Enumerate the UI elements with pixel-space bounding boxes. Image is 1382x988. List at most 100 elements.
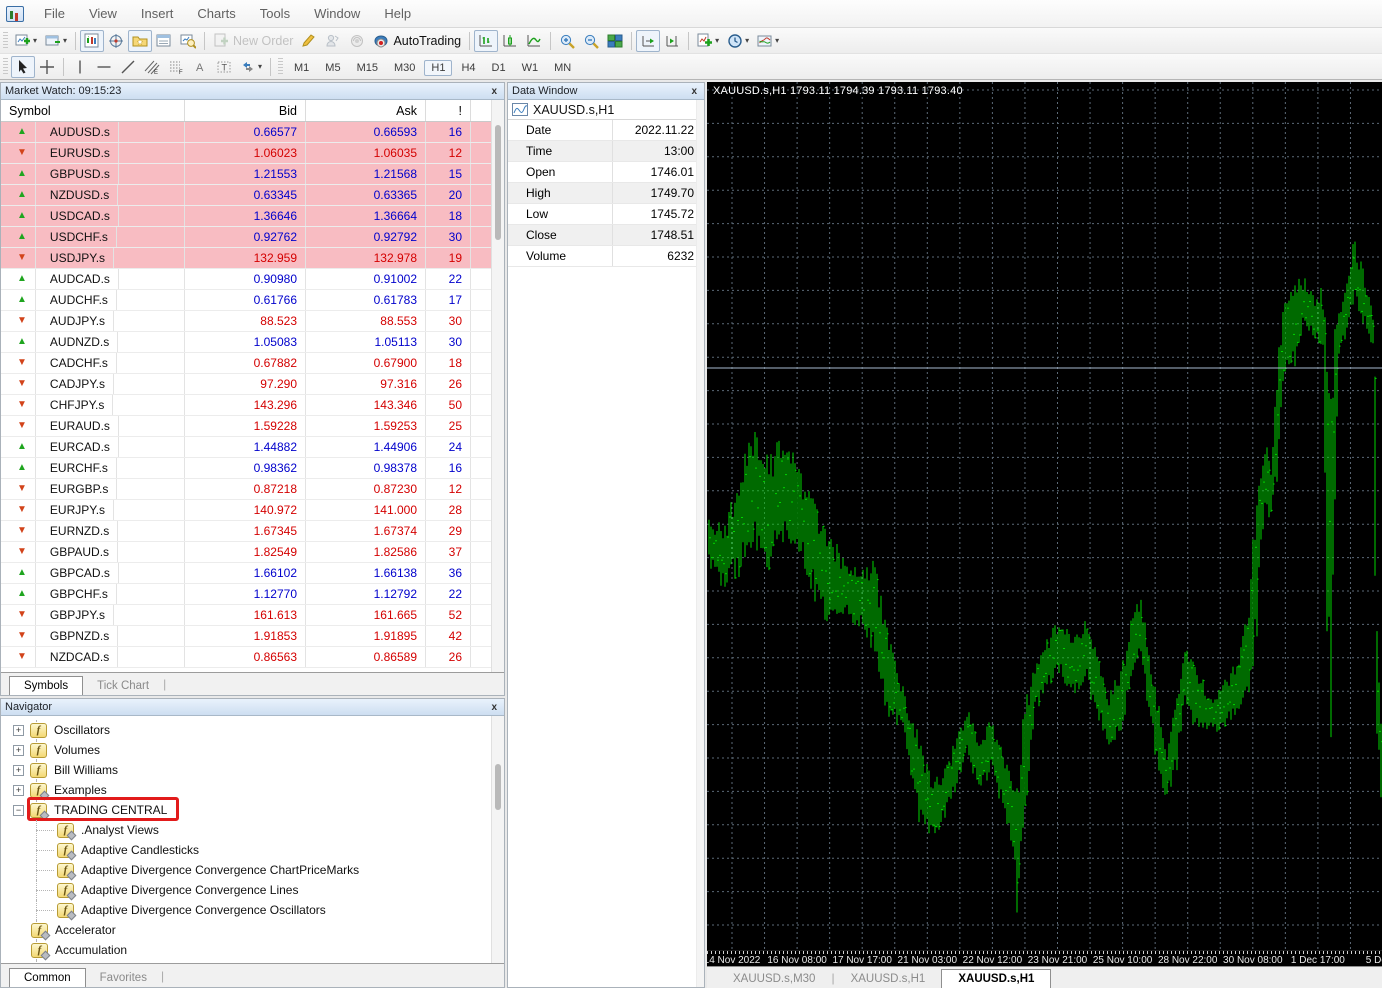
equidistant-channel-tool-button[interactable]: E [140, 56, 164, 78]
experts-button[interactable] [321, 30, 345, 52]
timeframe-h4-button[interactable]: H4 [454, 60, 482, 76]
tab-tick-chart[interactable]: Tick Chart [83, 677, 163, 695]
templates-caret-icon[interactable]: ▾ [775, 36, 779, 45]
table-row[interactable]: ▲USDCHF.s0.927620.9279230 [1, 227, 504, 248]
navigator-scrollbar[interactable] [491, 716, 504, 963]
menu-window[interactable]: Window [302, 2, 372, 25]
new-order-button[interactable]: New Order [209, 30, 297, 52]
profiles-caret-icon[interactable]: ▾ [63, 36, 67, 45]
timeframe-h1-button[interactable]: H1 [424, 60, 452, 76]
timeframe-d1-button[interactable]: D1 [485, 60, 513, 76]
table-row[interactable]: ▲USDCAD.s1.366461.3666418 [1, 206, 504, 227]
chart-tab-1[interactable]: XAUUSD.s,M30 [717, 970, 831, 988]
table-row[interactable]: ▼GBPNZD.s1.918531.9189542 [1, 626, 504, 647]
signals-button[interactable] [345, 30, 369, 52]
arrows-caret-icon[interactable]: ▾ [258, 62, 262, 71]
timeframe-m5-button[interactable]: M5 [318, 60, 347, 76]
indicators-caret-icon[interactable]: ▾ [715, 36, 719, 45]
close-icon[interactable]: x [488, 86, 500, 97]
menu-file[interactable]: File [32, 2, 77, 25]
table-row[interactable]: ▲NZDUSD.s0.633450.6336520 [1, 185, 504, 206]
column-ask[interactable]: Ask [306, 100, 426, 121]
table-row[interactable]: ▲AUDNZD.s1.050831.0511330 [1, 332, 504, 353]
scrollbar-thumb[interactable] [495, 764, 501, 810]
profiles-button[interactable]: ▾ [41, 30, 71, 52]
timeframe-m30-button[interactable]: M30 [387, 60, 422, 76]
navigator-item-oscillators[interactable]: +fOscillators [1, 720, 490, 740]
auto-scroll-button[interactable] [636, 30, 660, 52]
data-window-scrollbar[interactable] [696, 100, 704, 987]
trendline-tool-button[interactable] [116, 56, 140, 78]
tab-symbols[interactable]: Symbols [9, 676, 83, 695]
timeframe-m1-button[interactable]: M1 [287, 60, 316, 76]
navigator-item-analyst-views[interactable]: f.Analyst Views [1, 820, 490, 840]
line-chart-button[interactable] [522, 30, 546, 52]
market-watch-toggle-button[interactable] [80, 30, 104, 52]
cursor-tool-button[interactable] [11, 56, 35, 78]
table-row[interactable]: ▲GBPUSD.s1.215531.2156815 [1, 164, 504, 185]
tile-windows-button[interactable] [603, 30, 627, 52]
navigator-item-bill-williams[interactable]: +fBill Williams [1, 760, 490, 780]
menu-help[interactable]: Help [372, 2, 423, 25]
vertical-line-tool-button[interactable] [68, 56, 92, 78]
navigator-toggle-button[interactable] [128, 30, 152, 52]
table-row[interactable]: ▼EURNZD.s1.673451.6737429 [1, 521, 504, 542]
menu-view[interactable]: View [77, 2, 129, 25]
timeframe-m15-button[interactable]: M15 [350, 60, 385, 76]
table-row[interactable]: ▼USDJPY.s132.959132.97819 [1, 248, 504, 269]
price-chart-svg[interactable] [707, 82, 1382, 950]
table-row[interactable]: ▲AUDCAD.s0.909800.9100222 [1, 269, 504, 290]
table-row[interactable]: ▼EURJPY.s140.972141.00028 [1, 500, 504, 521]
column-bid[interactable]: Bid [185, 100, 306, 121]
column-spread[interactable]: ! [426, 100, 471, 121]
periods-caret-icon[interactable]: ▾ [745, 36, 749, 45]
table-row[interactable]: ▼EURAUD.s1.592281.5925325 [1, 416, 504, 437]
zoom-in-button[interactable] [555, 30, 579, 52]
table-row[interactable]: ▼CADCHF.s0.678820.6790018 [1, 353, 504, 374]
timeframe-mn-button[interactable]: MN [547, 60, 578, 76]
menu-insert[interactable]: Insert [129, 2, 186, 25]
bar-chart-button[interactable] [474, 30, 498, 52]
chart-shift-button[interactable] [660, 30, 684, 52]
data-window-toggle-button[interactable] [104, 30, 128, 52]
market-watch-scrollbar[interactable] [491, 100, 504, 672]
table-row[interactable]: ▼NZDCAD.s0.865630.8658926 [1, 647, 504, 668]
navigator-item-adaptive-candlesticks[interactable]: fAdaptive Candlesticks [1, 840, 490, 860]
text-tool-button[interactable]: A [188, 56, 212, 78]
table-row[interactable]: ▲EURCHF.s0.983620.9837816 [1, 458, 504, 479]
metaeditor-button[interactable] [297, 30, 321, 52]
indicators-button[interactable]: ▾ [693, 30, 723, 52]
navigator-item-trading-central[interactable]: −fTRADING CENTRAL [1, 800, 490, 820]
chart-plot-area[interactable] [707, 82, 1382, 950]
strategy-tester-button[interactable] [176, 30, 200, 52]
scrollbar-thumb[interactable] [495, 125, 501, 240]
new-chart-caret-icon[interactable]: ▾ [33, 36, 37, 45]
table-row[interactable]: ▼EURGBP.s0.872180.8723012 [1, 479, 504, 500]
time-axis[interactable]: 14 Nov 202216 Nov 08:0017 Nov 17:0021 No… [707, 950, 1382, 966]
expand-icon[interactable]: + [13, 765, 24, 776]
navigator-item-accelerator[interactable]: fAccelerator [1, 920, 490, 940]
crosshair-tool-button[interactable] [35, 56, 59, 78]
navigator-item-volumes[interactable]: +fVolumes [1, 740, 490, 760]
table-row[interactable]: ▲AUDUSD.s0.665770.6659316 [1, 122, 504, 143]
zoom-out-button[interactable] [579, 30, 603, 52]
table-row[interactable]: ▼CHFJPY.s143.296143.34650 [1, 395, 504, 416]
chart-window[interactable]: XAUUSD.s,H1 1793.11 1794.39 1793.11 1793… [707, 82, 1382, 988]
navigator-item-adaptive-divergence-convergence-lines[interactable]: fAdaptive Divergence Convergence Lines [1, 880, 490, 900]
table-row[interactable]: ▼CADJPY.s97.29097.31626 [1, 374, 504, 395]
autotrading-button[interactable]: AutoTrading [369, 30, 465, 52]
templates-button[interactable]: ▾ [753, 30, 783, 52]
close-icon[interactable]: x [688, 86, 700, 97]
periods-button[interactable]: ▾ [723, 30, 753, 52]
new-chart-button[interactable]: ▾ [11, 30, 41, 52]
table-row[interactable]: ▲GBPCAD.s1.661021.6613836 [1, 563, 504, 584]
menu-charts[interactable]: Charts [185, 2, 247, 25]
expand-icon[interactable]: + [13, 745, 24, 756]
navigator-item-accumulation[interactable]: fAccumulation [1, 940, 490, 960]
horizontal-line-tool-button[interactable] [92, 56, 116, 78]
timeframe-w1-button[interactable]: W1 [515, 60, 546, 76]
text-label-tool-button[interactable]: T [212, 56, 236, 78]
arrows-tool-button[interactable]: ▾ [236, 56, 266, 78]
expand-icon[interactable]: + [13, 725, 24, 736]
terminal-toggle-button[interactable] [152, 30, 176, 52]
